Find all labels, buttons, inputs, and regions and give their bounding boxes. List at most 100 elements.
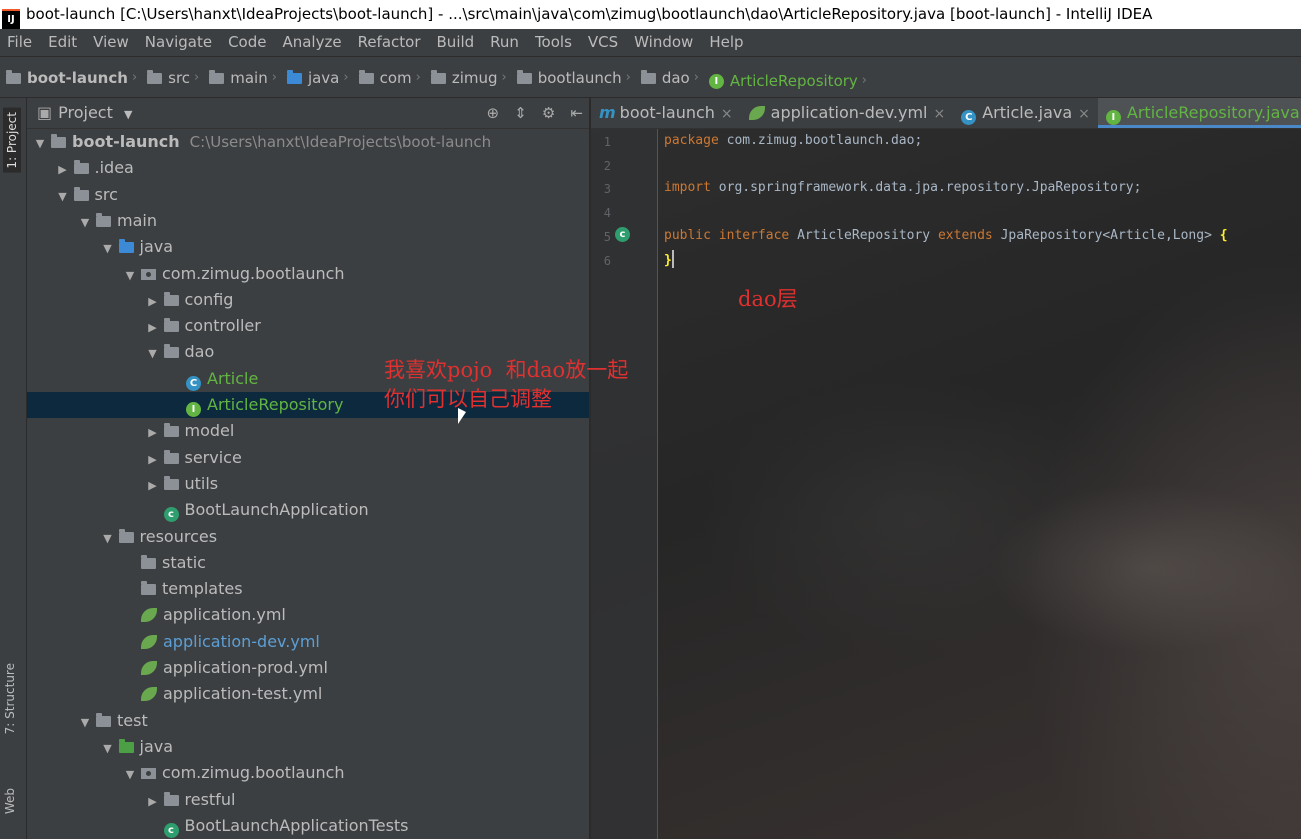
tree-item[interactable]: application-test.yml: [27, 681, 589, 707]
tree-item[interactable]: ▶ utils: [27, 471, 589, 497]
menu-code[interactable]: Code: [220, 29, 274, 56]
code-line-3: import org.springframework.data.jpa.repo…: [664, 180, 1142, 195]
breadcrumb-item[interactable]: bootlaunch ›: [516, 57, 635, 99]
tree-item[interactable]: templates: [27, 576, 589, 602]
tab-project-tool[interactable]: 1: Project: [3, 108, 21, 173]
expand-down-icon[interactable]: ▼: [101, 236, 115, 262]
title-bar: IJ boot-launch [C:\Users\hanxt\IdeaProjec…: [0, 0, 1301, 29]
tree-item[interactable]: ▼ src: [27, 182, 589, 208]
menu-build[interactable]: Build: [429, 29, 483, 56]
expand-right-icon[interactable]: ▶: [146, 447, 160, 473]
expand-right-icon[interactable]: ▶: [146, 420, 160, 446]
tree-item[interactable]: ▼ resources: [27, 524, 589, 550]
tree-item-label: application.yml: [163, 605, 286, 625]
expand-down-icon[interactable]: ▼: [33, 131, 47, 157]
breadcrumb-separator: ›: [501, 70, 507, 85]
expand-right-icon[interactable]: ▶: [146, 789, 160, 815]
line-number: 4: [603, 206, 611, 221]
breadcrumb-item[interactable]: I ArticleRepository ›: [708, 60, 871, 102]
menu-vcs[interactable]: VCS: [580, 29, 626, 56]
tree-item-label: Article: [207, 368, 259, 388]
module-icon: [51, 134, 66, 148]
menu-navigate[interactable]: Navigate: [137, 29, 220, 56]
tree-item[interactable]: ▶ config: [27, 287, 589, 313]
line-number: 3: [603, 182, 611, 197]
editor-tab[interactable]: C Article.java ×: [953, 98, 1098, 128]
expand-down-icon[interactable]: ▼: [146, 341, 160, 367]
tree-item[interactable]: ▼ main: [27, 208, 589, 234]
tree-item[interactable]: ▼ boot-launch C:\Users\hanxt\IdeaProjects\…: [27, 129, 589, 155]
tree-item[interactable]: ▼ java: [27, 734, 589, 760]
implemented-icon[interactable]: c: [615, 227, 630, 242]
interface-icon: I: [186, 402, 201, 417]
breadcrumb-separator: ›: [343, 70, 349, 85]
breadcrumb-item[interactable]: src ›: [147, 57, 203, 99]
expand-down-icon[interactable]: ▼: [78, 710, 92, 736]
breadcrumb-item[interactable]: zimug ›: [430, 57, 511, 99]
hide-panel-icon[interactable]: ⇤: [570, 104, 583, 122]
close-icon[interactable]: ×: [1078, 106, 1090, 122]
expand-right-icon[interactable]: ▶: [56, 157, 70, 183]
maven-module-icon: m: [599, 103, 616, 122]
editor-tab[interactable]: IArticleRepository.java×: [1097, 98, 1301, 128]
tree-item[interactable]: application-dev.yml: [27, 629, 589, 655]
close-icon[interactable]: ×: [721, 106, 733, 122]
expand-down-icon[interactable]: ▼: [123, 762, 137, 788]
breadcrumb-item[interactable]: com ›: [358, 57, 425, 99]
menu-help[interactable]: Help: [701, 29, 751, 56]
collapse-all-icon[interactable]: ⇕: [514, 104, 527, 122]
breadcrumb-item[interactable]: dao ›: [640, 57, 703, 99]
tree-item[interactable]: ▼ com.zimug.bootlaunch: [27, 261, 589, 287]
menu-bar: File Edit View Navigate Code Analyze Refactor B…: [0, 29, 1301, 56]
line-number: 5: [603, 229, 611, 244]
project-view-selector[interactable]: ▣ Project ▼: [37, 98, 132, 130]
menu-run[interactable]: Run: [482, 29, 527, 56]
tree-item[interactable]: static: [27, 550, 589, 576]
intellij-icon: IJ: [2, 9, 20, 29]
tree-item-label: static: [162, 552, 206, 572]
tree-item[interactable]: ▶ controller: [27, 313, 589, 339]
gear-icon[interactable]: ⚙: [542, 104, 555, 122]
expand-right-icon[interactable]: ▶: [146, 315, 160, 341]
expand-right-icon[interactable]: ▶: [146, 473, 160, 499]
expand-down-icon[interactable]: ▼: [101, 736, 115, 762]
breadcrumb-item[interactable]: main ›: [209, 57, 281, 99]
breadcrumb-separator: ›: [194, 70, 200, 85]
tree-item-label: java: [139, 237, 174, 257]
tree-item[interactable]: c BootLaunchApplicationTests: [27, 813, 589, 839]
tree-item[interactable]: ▶ restful: [27, 787, 589, 813]
menu-tools[interactable]: Tools: [527, 29, 580, 56]
window-title: boot-launch [C:\Users\hanxt\IdeaProjects…: [26, 5, 1153, 23]
menu-refactor[interactable]: Refactor: [350, 29, 429, 56]
tree-item[interactable]: c BootLaunchApplication: [27, 497, 589, 523]
tree-item[interactable]: application-prod.yml: [27, 655, 589, 681]
expand-down-icon[interactable]: ▼: [56, 184, 70, 210]
expand-right-icon[interactable]: ▶: [146, 289, 160, 315]
menu-analyze[interactable]: Analyze: [274, 29, 349, 56]
tree-item[interactable]: ▶ model: [27, 418, 589, 444]
editor-tab[interactable]: application-dev.yml ×: [741, 98, 954, 128]
tab-structure-tool[interactable]: 7: Structure: [3, 663, 17, 734]
menu-view[interactable]: View: [85, 29, 137, 56]
tree-item[interactable]: ▼ com.zimug.bootlaunch: [27, 760, 589, 786]
close-icon[interactable]: ×: [934, 106, 946, 122]
menu-window[interactable]: Window: [626, 29, 701, 56]
tree-item[interactable]: ▼ java: [27, 234, 589, 260]
menu-edit[interactable]: Edit: [40, 29, 85, 56]
chevron-down-icon: ▼: [123, 108, 133, 121]
package-icon: [141, 268, 156, 280]
menu-file[interactable]: File: [0, 29, 40, 56]
breadcrumb-item[interactable]: java ›: [286, 57, 353, 99]
locate-icon[interactable]: ⊕: [487, 104, 500, 122]
expand-down-icon[interactable]: ▼: [123, 263, 137, 289]
tree-item[interactable]: ▶ .idea: [27, 155, 589, 181]
breadcrumb-item[interactable]: boot-launch ›: [6, 57, 141, 99]
expand-down-icon[interactable]: ▼: [78, 210, 92, 236]
breadcrumb-separator: ›: [625, 70, 631, 85]
expand-down-icon[interactable]: ▼: [101, 526, 115, 552]
editor-tab[interactable]: m boot-launch ×: [591, 98, 741, 128]
tree-item[interactable]: application.yml: [27, 602, 589, 628]
tree-item[interactable]: ▶ service: [27, 445, 589, 471]
tree-item[interactable]: ▼ test: [27, 708, 589, 734]
tab-web-tool[interactable]: Web: [3, 788, 17, 814]
